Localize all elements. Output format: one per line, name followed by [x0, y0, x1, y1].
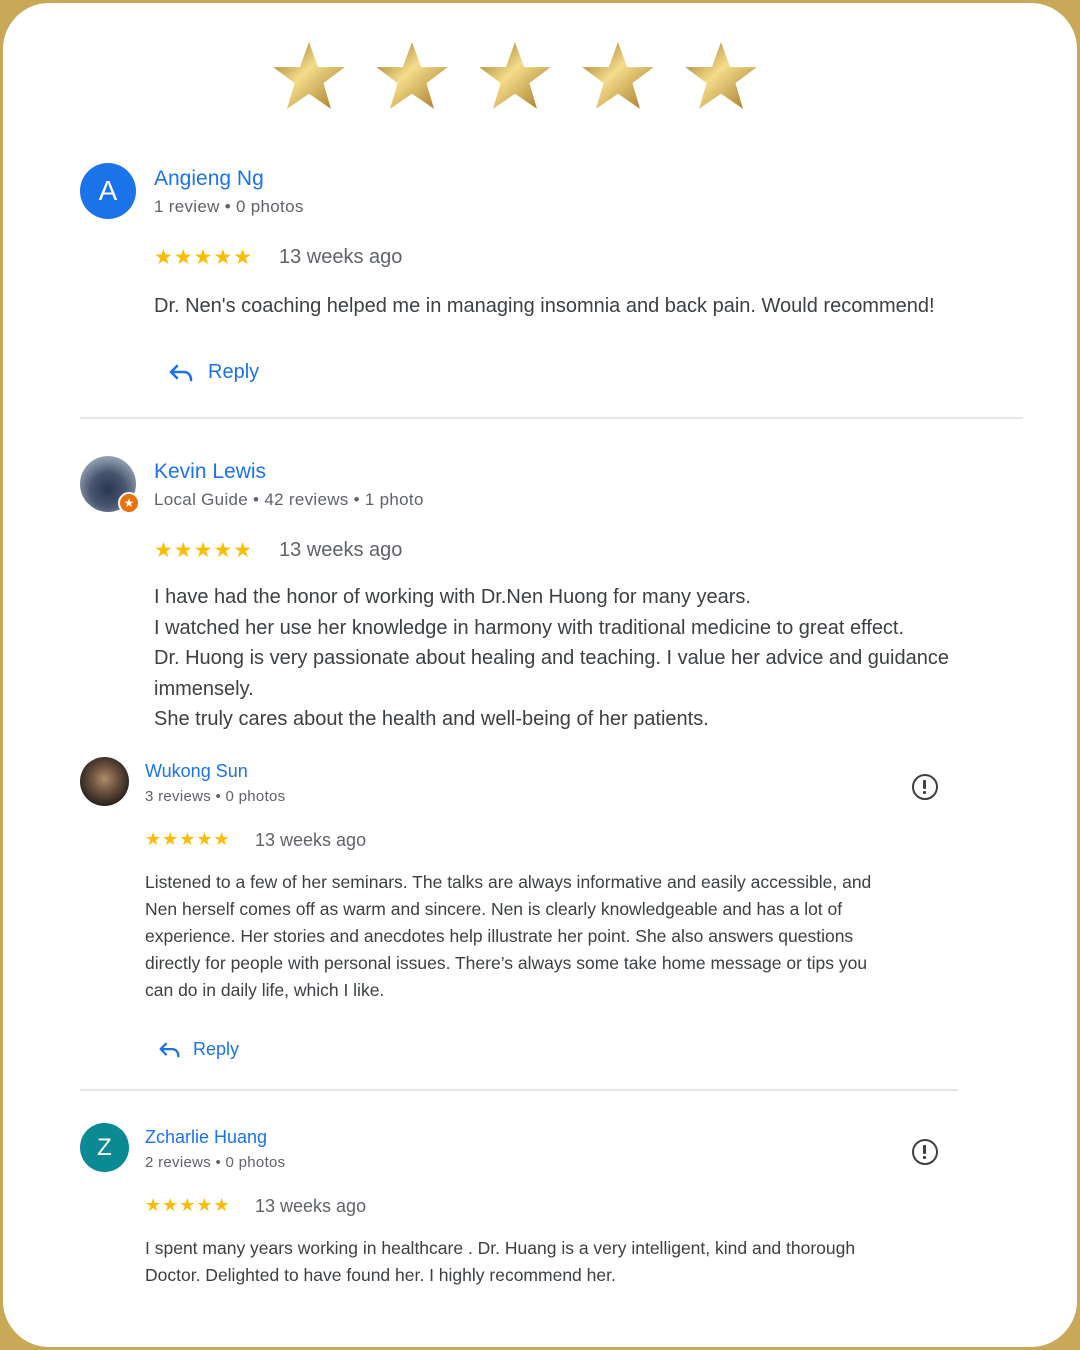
gold-star-icon — [273, 42, 345, 109]
reviewer-name[interactable]: Angieng Ng — [154, 167, 264, 191]
reply-icon — [159, 1042, 180, 1057]
report-icon[interactable] — [912, 1139, 938, 1165]
avatar[interactable]: Z — [80, 1123, 129, 1172]
reviewer-meta: 3 reviews • 0 photos — [145, 788, 286, 805]
gold-star-icon — [685, 42, 757, 109]
divider — [80, 1089, 958, 1091]
review-stars: ★★★★★ — [145, 829, 231, 849]
review-stars: ★★★★★ — [154, 246, 254, 269]
review-stars: ★★★★★ — [145, 1195, 231, 1215]
report-icon[interactable] — [912, 774, 938, 800]
reviewer-meta: 1 review • 0 photos — [154, 197, 304, 216]
rating-stars — [271, 39, 759, 115]
review-time: 13 weeks ago — [255, 1196, 367, 1216]
review-time: 13 weeks ago — [255, 830, 367, 850]
reply-button[interactable]: Reply — [158, 1039, 239, 1060]
review-time: 13 weeks ago — [279, 246, 403, 268]
gold-star-icon — [376, 42, 448, 109]
reviews-card: A Angieng Ng 1 review • 0 photos ★★★★★ 1… — [3, 3, 1077, 1347]
review-text: Listened to a few of her seminars. The t… — [145, 872, 872, 1000]
reply-label: Reply — [193, 1039, 240, 1059]
reply-label: Reply — [208, 361, 260, 383]
avatar[interactable] — [80, 757, 129, 806]
divider — [80, 417, 1023, 419]
review-text: I spent many years working in healthcare… — [145, 1238, 856, 1285]
reply-icon — [169, 364, 193, 381]
reviewer-name[interactable]: Kevin Lewis — [154, 460, 266, 484]
reviewer-meta: Local Guide • 42 reviews • 1 photo — [154, 490, 424, 509]
reply-button[interactable]: Reply — [168, 361, 259, 384]
avatar[interactable]: A — [80, 163, 136, 219]
local-guide-badge-icon: ★ — [118, 492, 140, 514]
review-text: I have had the honor of working with Dr.… — [154, 586, 949, 730]
reviewer-meta: 2 reviews • 0 photos — [145, 1154, 286, 1171]
reviewer-name[interactable]: Zcharlie Huang — [145, 1127, 267, 1148]
reviewer-name[interactable]: Wukong Sun — [145, 761, 248, 782]
review-text: Dr. Nen's coaching helped me in managing… — [154, 295, 935, 317]
review-time: 13 weeks ago — [279, 539, 403, 561]
review-stars: ★★★★★ — [154, 539, 254, 562]
avatar[interactable]: ★ — [80, 456, 140, 514]
gold-star-icon — [479, 42, 551, 109]
gold-star-icon — [582, 42, 654, 109]
